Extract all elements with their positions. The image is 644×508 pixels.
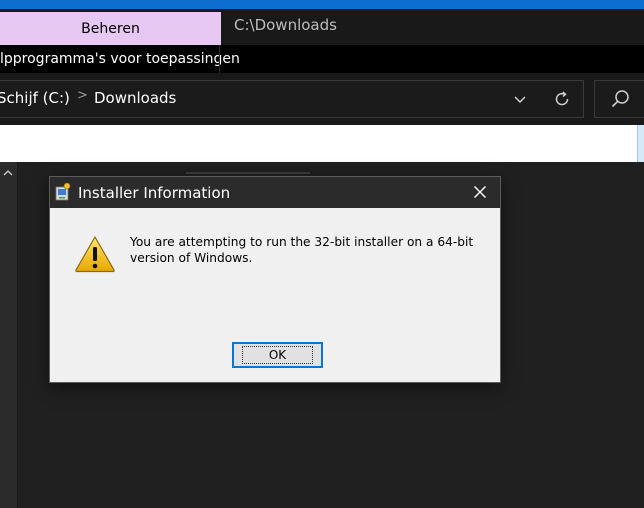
dialog-title: Installer Information (78, 184, 231, 202)
chevron-up-icon (3, 170, 13, 176)
warning-icon (75, 236, 115, 273)
refresh-button[interactable] (548, 86, 576, 112)
tab-manage[interactable]: Beheren (0, 12, 221, 45)
dialog-close-button[interactable] (464, 178, 496, 206)
title-accent-strip (0, 0, 644, 9)
scroll-region-accent (637, 125, 644, 162)
column-header-band (0, 125, 644, 162)
breadcrumb-separator[interactable]: > (77, 88, 88, 103)
refresh-icon (555, 91, 569, 106)
ok-button[interactable]: OK (232, 342, 323, 368)
navigation-pane (0, 162, 18, 508)
breadcrumb-downloads[interactable]: Downloads (94, 89, 176, 107)
ribbon-context-label[interactable]: lpprogramma's voor toepassingen (0, 51, 240, 67)
breadcrumb-drive[interactable]: Schijf (C:) (0, 89, 70, 107)
search-icon (611, 90, 629, 108)
window-title: C:\Downloads (234, 16, 337, 34)
close-icon (474, 186, 486, 198)
chevron-down-icon (514, 96, 526, 104)
pane-divider (17, 162, 18, 508)
installer-app-icon (55, 182, 71, 201)
file-list-placeholder (186, 172, 310, 174)
address-dropdown-button[interactable] (508, 86, 532, 112)
dialog-message: You are attempting to run the 32-bit ins… (130, 235, 474, 265)
ok-button-label: OK (241, 346, 314, 364)
ribbon-divider (219, 45, 220, 73)
scroll-up-button[interactable] (0, 164, 16, 182)
